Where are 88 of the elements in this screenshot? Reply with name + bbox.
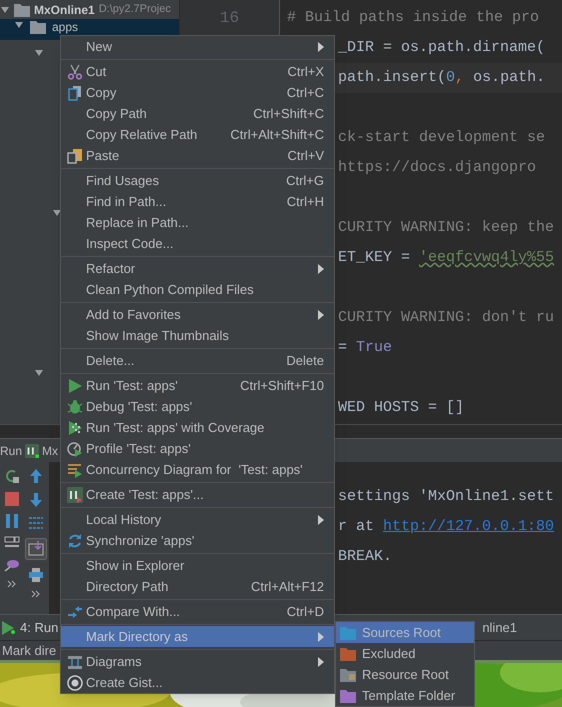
paste-icon [67,148,83,164]
code-line: CURITY WARNING: keep the [338,219,554,236]
menu-item[interactable]: Clean Python Compiled Files [61,279,334,300]
stop-icon[interactable] [4,492,19,506]
code-line: _DIR = os.path.dirname( [338,39,546,56]
run-icon [67,378,83,394]
rerun-icon[interactable] [4,468,19,484]
menu-item[interactable]: Run 'Test: apps' Ctrl+Shift+F10 [61,375,334,396]
code-line: path.insert(0, os.path. [338,69,546,86]
tab-title: nline1 [482,618,518,637]
bug-icon [67,398,83,414]
menu-item[interactable]: Copy Path Ctrl+Shift+C [61,103,334,124]
menu-item[interactable]: Template Folder [336,685,474,706]
menu-item[interactable]: Refactor [61,258,334,279]
chevrons-right-icon[interactable] [31,590,42,598]
menu-item[interactable]: Delete... Delete [61,350,334,371]
code-line: https://docs.djangopro [338,159,536,176]
scissors-icon [67,64,83,80]
caret-icon [318,632,324,642]
profiler-icon [67,440,83,456]
menu-item[interactable]: Inspect Code... [61,233,334,254]
arrow-down-icon[interactable] [29,492,44,508]
caret-icon [318,656,324,666]
menu-item[interactable]: Synchronize 'apps' [61,530,334,551]
menu-item[interactable]: Copy Ctrl+C [61,82,334,103]
project-path: D:\py2.7Projec [98,2,171,18]
menu-item[interactable]: Find in Path... Ctrl+H [61,191,334,212]
menu-item[interactable]: Copy Relative Path Ctrl+Alt+Shift+C [61,124,334,145]
run-tool-tab[interactable]: 4: Run [0,618,58,638]
menu-item[interactable]: Local History [61,509,334,530]
project-name[interactable]: MxOnline1 [34,0,95,18]
soft-wrap-icon[interactable] [28,516,44,530]
diagram-icon [67,462,83,478]
console-line: r at http://127.0.0.1:80 [338,518,554,535]
caret-icon [318,42,324,52]
code-line: ck-start development se [338,129,546,146]
coverage-icon [67,420,83,436]
copy-icon [67,84,83,100]
print-icon[interactable] [28,568,44,582]
menu-item[interactable]: Debug 'Test: apps' [61,396,334,417]
console-line: settings 'MxOnline1.sett [338,488,554,505]
menu-item[interactable]: Compare With... Ctrl+D [61,601,334,622]
scroll-to-end-icon[interactable] [25,538,48,560]
menu-item[interactable]: Add to Favorites [61,304,334,325]
compare-icon [67,604,83,620]
code-line: ET_KEY = 'eeqfcvwq4ly%55 [338,249,554,266]
menu-item[interactable]: Resource Root [336,664,474,685]
menu-item[interactable]: Concurrency Diagram for 'Test: apps' [61,459,334,480]
layout-icon[interactable] [4,536,20,550]
folder-icon [30,20,46,34]
caret-icon [318,310,324,320]
menu-item[interactable]: Directory Path Ctrl+Alt+F12 [61,576,334,597]
folder-icon [340,668,356,682]
pause-icon[interactable] [4,514,19,528]
menu-item[interactable]: Diagrams [61,651,334,672]
menu-item[interactable]: Run 'Test: apps' with Coverage [61,417,334,438]
code-line: = True [338,339,392,356]
run-tab[interactable]: Mx [42,442,58,460]
run-icon [2,620,16,634]
menu-item[interactable]: Show in Explorer [61,555,334,576]
menu-item[interactable]: Profile 'Test: apps' [61,438,334,459]
sync-icon [67,532,83,548]
arrow-up-icon[interactable] [29,468,44,484]
menu-item[interactable]: Paste Ctrl+V [61,145,334,166]
menu-item[interactable]: Create Gist... [61,672,334,693]
menu-item[interactable]: Replace in Path... [61,212,334,233]
console-line: BREAK. [338,548,392,565]
menu-item[interactable]: Find Usages Ctrl+G [61,170,334,191]
menu-item[interactable]: Excluded [336,643,474,664]
code-line: CURITY WARNING: don't ru [338,309,554,326]
status-text: Mark dire [2,642,56,660]
menu-item[interactable]: Cut Ctrl+X [61,61,334,82]
caret-icon [318,514,324,524]
menu-item[interactable]: Mark Directory as [61,626,334,647]
expand-arrow-icon[interactable] [52,208,62,218]
panel-title: Run [0,442,22,460]
code-line: WED HOSTS = [] [338,399,464,416]
code-line: # Build paths inside the pro [287,9,540,26]
expand-arrow-icon[interactable] [34,48,44,58]
chevrons-right-icon[interactable] [6,580,17,588]
menu-item[interactable]: Show Image Thumbnails [61,325,334,346]
menu-item[interactable]: Create 'Test: apps'... [61,484,334,505]
pin-icon[interactable] [4,558,20,572]
folder-icon [340,688,356,702]
caret-icon [318,264,324,274]
diagram-icon [67,654,83,670]
expand-arrow-icon[interactable] [34,368,44,378]
folder-icon [14,2,30,16]
